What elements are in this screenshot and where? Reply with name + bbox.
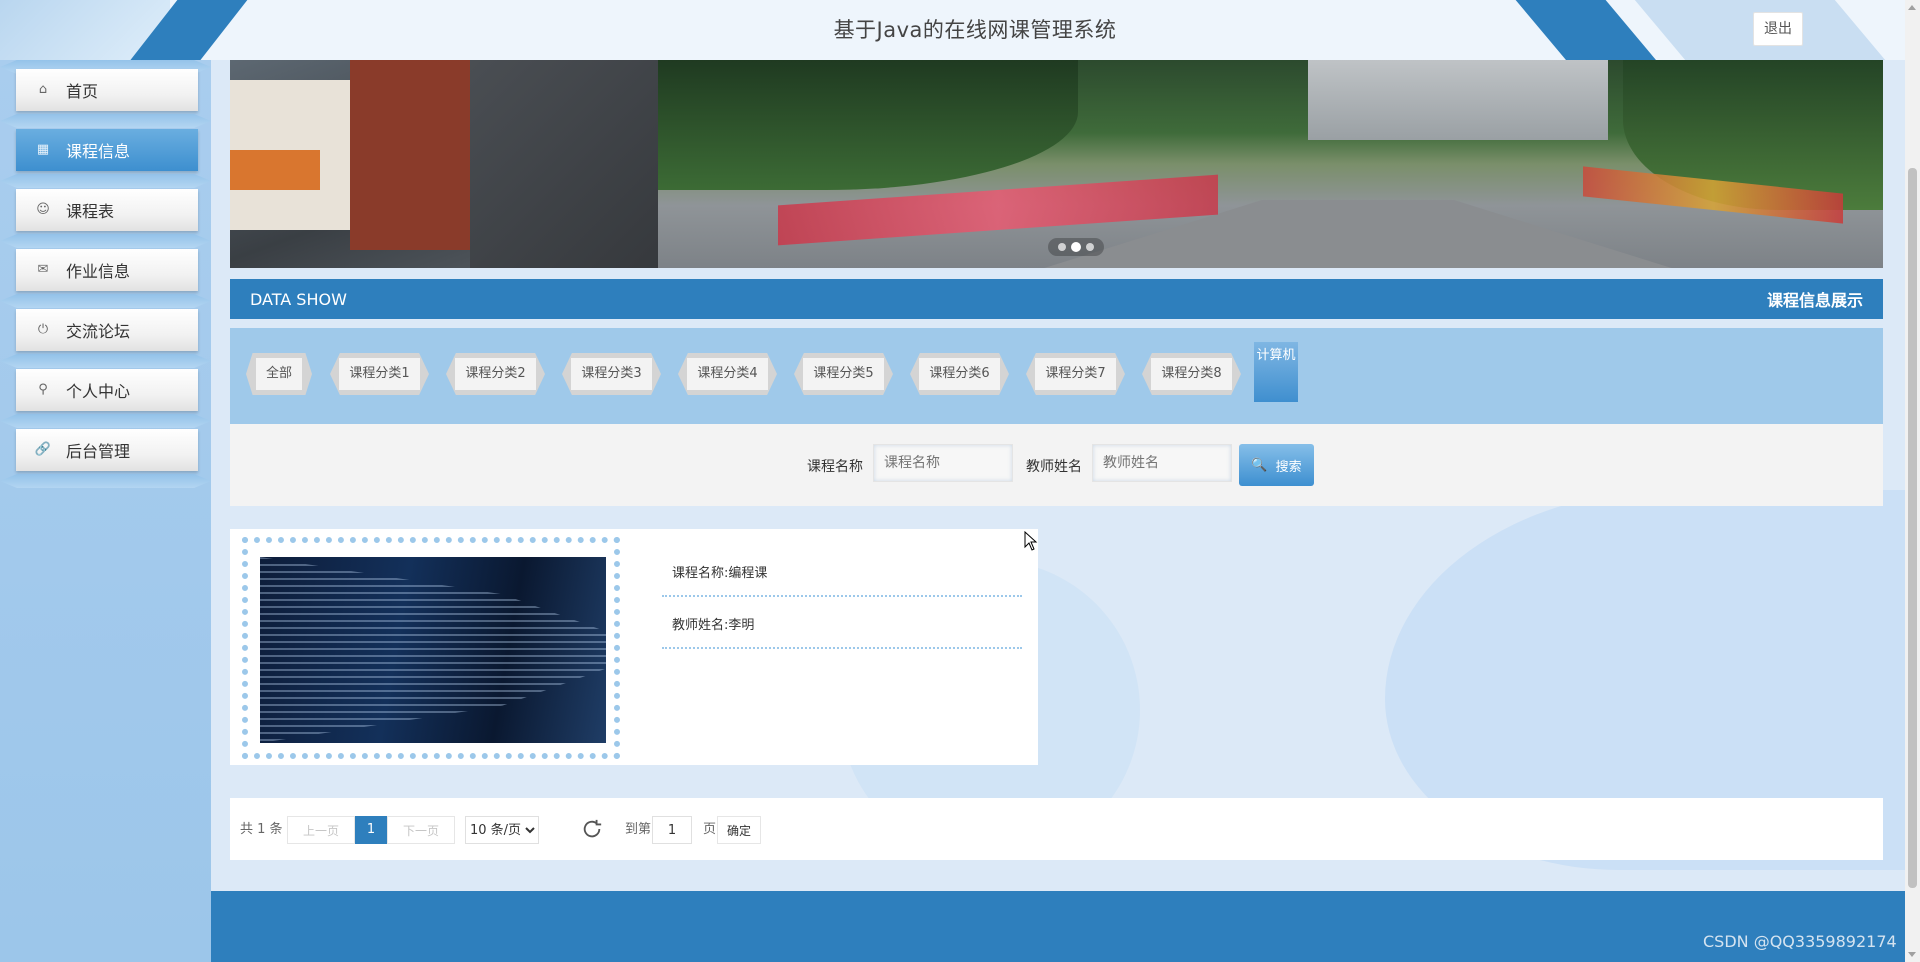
sidebar: ⌂ 首页 ▦ 课程信息 ☺ 课程表 ✉ 作业信息 ⏻ 交流论坛 ⚲ 个人中心 🔗… <box>0 60 211 962</box>
carousel-dot-3[interactable] <box>1086 243 1094 251</box>
site-title: 基于Java的在线网课管理系统 <box>833 18 1117 42</box>
carousel-dot-2[interactable] <box>1071 242 1081 252</box>
scrollbar[interactable] <box>1905 0 1920 962</box>
category-3[interactable]: 课程分类3 <box>562 353 661 395</box>
sidebar-item-label: 个人中心 <box>66 382 131 401</box>
sidebar-item-course-info[interactable]: ▦ 课程信息 <box>16 129 198 171</box>
course-name-label: 课程名称 <box>807 459 863 475</box>
search-button[interactable]: 🔍 搜索 <box>1239 444 1314 486</box>
current-page[interactable]: 1 <box>355 816 387 844</box>
top-header: 基于Java的在线网课管理系统 退出 <box>0 0 1905 60</box>
sidebar-item-label: 首页 <box>66 82 99 101</box>
refresh-icon[interactable] <box>581 818 603 840</box>
user-icon: ⚲ <box>38 382 48 397</box>
course-card[interactable]: 课程名称:编程课 教师姓名:李明 <box>230 529 1038 765</box>
sidebar-item-schedule[interactable]: ☺ 课程表 <box>16 189 198 231</box>
confirm-button[interactable]: 确定 <box>717 816 761 844</box>
course-image-frame <box>242 537 620 759</box>
scrollbar-thumb[interactable] <box>1908 168 1917 888</box>
category-5[interactable]: 课程分类5 <box>794 353 893 395</box>
category-4[interactable]: 课程分类4 <box>678 353 777 395</box>
carousel-dot-1[interactable] <box>1058 243 1066 251</box>
category-all[interactable]: 全部 <box>246 353 312 395</box>
category-computer[interactable]: 计算机 <box>1254 342 1298 402</box>
power-icon: ⏻ <box>37 322 49 337</box>
data-show-label: DATA SHOW <box>250 289 347 309</box>
category-bar: 全部 课程分类1 课程分类2 课程分类3 课程分类4 课程分类5 课程分类6 课… <box>230 328 1883 424</box>
sidebar-item-label: 交流论坛 <box>66 322 131 341</box>
category-1[interactable]: 课程分类1 <box>330 353 429 395</box>
category-2[interactable]: 课程分类2 <box>446 353 545 395</box>
section-title: 课程信息展示 <box>1766 291 1863 310</box>
link-icon: 🔗 <box>34 442 52 457</box>
sidebar-item-label: 作业信息 <box>66 262 131 281</box>
course-image[interactable] <box>260 557 606 743</box>
footer <box>211 891 1905 962</box>
mouse-cursor-icon <box>1024 531 1038 551</box>
search-panel: 课程名称 教师姓名 🔍 搜索 <box>230 424 1883 506</box>
search-icon: 🔍 <box>1251 457 1268 473</box>
goto-label: 到第 <box>625 822 652 837</box>
teacher-name-label: 教师姓名 <box>1026 459 1082 475</box>
calendar-icon: ▦ <box>36 142 50 157</box>
page-size-select[interactable]: 10 条/页 <box>465 816 539 844</box>
page-unit-label: 页 <box>703 822 717 837</box>
scroll-down-arrow-icon[interactable] <box>1908 952 1916 957</box>
next-page-button[interactable]: 下一页 <box>387 816 455 844</box>
teacher-name-text: 教师姓名:李明 <box>662 599 1022 649</box>
category-8[interactable]: 课程分类8 <box>1142 353 1241 395</box>
sidebar-item-home[interactable]: ⌂ 首页 <box>16 69 198 111</box>
banner-image-campus <box>658 60 1883 268</box>
sidebar-item-homework[interactable]: ✉ 作业信息 <box>16 249 198 291</box>
main-content: DATA SHOW 课程信息展示 全部 课程分类1 课程分类2 课程分类3 课程… <box>211 60 1905 962</box>
sidebar-item-admin[interactable]: 🔗 后台管理 <box>16 429 198 471</box>
pagination: 共 1 条 上一页 1 下一页 10 条/页 到第 页 确定 <box>230 798 1883 860</box>
carousel-indicators <box>1048 238 1104 256</box>
scroll-up-arrow-icon[interactable] <box>1908 5 1916 10</box>
goto-page-input[interactable] <box>652 816 692 844</box>
course-info: 课程名称:编程课 教师姓名:李明 <box>662 547 1022 649</box>
mail-icon: ✉ <box>37 262 49 277</box>
course-name-input[interactable] <box>873 444 1013 482</box>
total-count: 共 1 条 <box>240 822 283 837</box>
course-name-text: 课程名称:编程课 <box>662 547 1022 597</box>
category-7[interactable]: 课程分类7 <box>1026 353 1125 395</box>
sidebar-item-label: 课程表 <box>66 202 115 221</box>
sidebar-item-label: 课程信息 <box>66 142 131 161</box>
sidebar-item-label: 后台管理 <box>66 442 131 461</box>
category-6[interactable]: 课程分类6 <box>910 353 1009 395</box>
sidebar-item-forum[interactable]: ⏻ 交流论坛 <box>16 309 198 351</box>
home-icon: ⌂ <box>38 82 48 97</box>
data-show-bar: DATA SHOW 课程信息展示 <box>230 279 1883 319</box>
logout-button[interactable]: 退出 <box>1753 12 1803 46</box>
banner-carousel[interactable] <box>230 60 1883 268</box>
banner-image-building <box>230 60 658 268</box>
watermark: CSDN @QQ3359892174 <box>1703 932 1897 951</box>
smile-icon: ☺ <box>36 202 50 217</box>
search-button-label: 搜索 <box>1275 459 1302 475</box>
prev-page-button[interactable]: 上一页 <box>287 816 355 844</box>
teacher-name-input[interactable] <box>1092 444 1232 482</box>
sidebar-item-profile[interactable]: ⚲ 个人中心 <box>16 369 198 411</box>
